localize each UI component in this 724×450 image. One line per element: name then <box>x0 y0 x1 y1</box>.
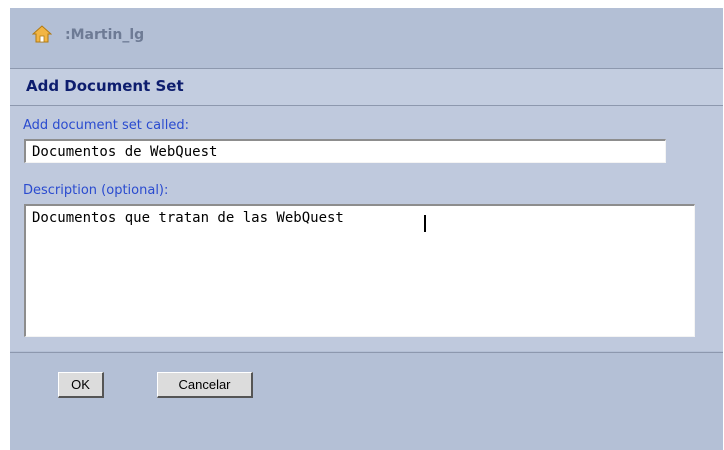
divider <box>10 352 723 353</box>
cancel-button[interactable]: Cancelar <box>157 372 253 398</box>
header-bar: :Martin_lg <box>10 8 723 68</box>
name-label: Add document set called: <box>23 118 189 133</box>
document-set-name-input[interactable] <box>24 139 666 163</box>
text-caret <box>424 215 426 232</box>
dialog-title: Add Document Set <box>26 77 184 95</box>
description-label: Description (optional): <box>23 183 169 198</box>
ok-button[interactable]: OK <box>58 372 104 398</box>
home-icon[interactable] <box>31 24 53 44</box>
description-textarea[interactable]: Documentos que tratan de las WebQuest <box>24 204 695 337</box>
add-document-set-dialog: :Martin_lg Add Document Set Add document… <box>10 8 723 450</box>
user-breadcrumb[interactable]: :Martin_lg <box>65 27 144 43</box>
